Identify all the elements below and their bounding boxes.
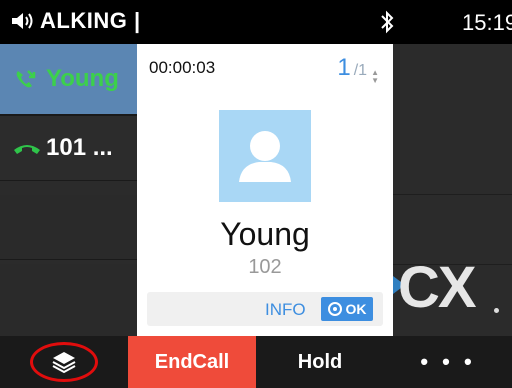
right-row [393, 114, 512, 195]
logo-dot [494, 308, 499, 313]
info-bar: INFO OK [147, 292, 383, 326]
line-item-empty [0, 195, 137, 260]
line-label: Young [46, 65, 119, 92]
call-card: 00:00:03 1 / 1 ▲ ▼ Young 102 INFO OK [137, 44, 393, 336]
call-pager[interactable]: 1 / 1 ▲ ▼ [337, 54, 379, 85]
more-button[interactable]: • • • [384, 336, 512, 388]
call-state-text: ALKING | [40, 8, 141, 33]
call-state-indicator: ALKING | [10, 8, 141, 34]
softkey-bar: EndCall Hold • • • [0, 336, 512, 388]
highlight-circle [30, 342, 98, 382]
end-call-button[interactable]: EndCall [128, 336, 256, 388]
hold-button[interactable]: Hold [256, 336, 384, 388]
ok-button[interactable]: OK [321, 297, 373, 321]
info-label: INFO [265, 300, 306, 319]
page-current: 1 [337, 54, 351, 81]
incoming-call-icon [16, 70, 36, 88]
caller-number: 102 [248, 256, 282, 278]
page-total: 1 [358, 62, 368, 79]
contact-avatar-icon [219, 110, 311, 202]
line-label: 101 ... [46, 134, 113, 161]
line-item-101[interactable]: 101 ... [0, 114, 137, 181]
call-timer: 00:00:03 [149, 58, 216, 77]
line-item-young[interactable]: Young [0, 44, 137, 115]
handset-icon [14, 145, 40, 154]
right-row [393, 44, 512, 115]
bluetooth-icon [381, 10, 394, 34]
ok-key-icon [327, 302, 342, 316]
clock: 15:19 [462, 10, 512, 35]
status-bar: ALKING | 15:19 [0, 0, 512, 44]
line-item-empty [0, 264, 137, 337]
speaker-volume-icon [12, 13, 33, 29]
layers-button[interactable] [0, 336, 128, 388]
caller-name: Young [220, 216, 310, 252]
layers-icon [52, 352, 76, 374]
background-logo: CX [398, 255, 477, 320]
page-arrows-icon[interactable]: ▲ ▼ [371, 69, 379, 85]
ok-label: OK [345, 301, 367, 317]
